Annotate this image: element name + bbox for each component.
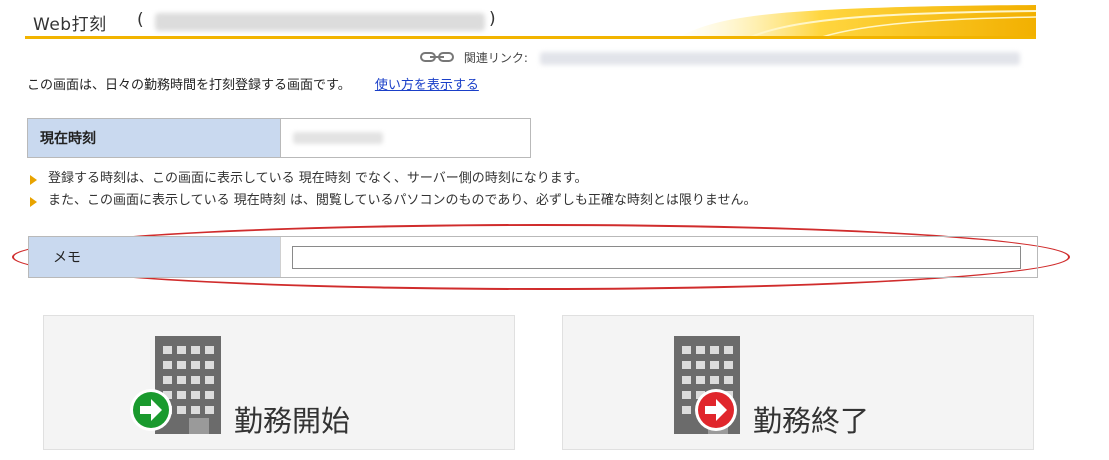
current-time-label: 現在時刻 bbox=[28, 119, 281, 157]
note-text: 登録する時刻は、この画面に表示している 現在時刻 でなく、サーバー側の時刻になり… bbox=[48, 171, 588, 186]
memo-label: メモ bbox=[29, 237, 281, 277]
clock-out-label: 勤務終了 bbox=[753, 404, 870, 438]
related-links-label: 関連リンク: bbox=[463, 51, 528, 65]
memo-input[interactable] bbox=[292, 245, 1021, 269]
title-open-paren: ( bbox=[137, 10, 145, 30]
clock-in-label: 勤務開始 bbox=[234, 404, 351, 438]
arrow-right-circle-icon bbox=[695, 389, 737, 431]
memo-table: メモ bbox=[28, 236, 1038, 278]
note-item: また、この画面に表示している 現在時刻 は、閲覧しているパソコンのものであり、必… bbox=[30, 192, 756, 214]
redacted-company-name bbox=[155, 13, 485, 31]
intro-text-row: この画面は、日々の勤務時間を打刻登録する画面です。 使い方を表示する bbox=[27, 74, 479, 93]
arrow-right-circle-icon bbox=[130, 389, 172, 431]
bullet-triangle-icon bbox=[30, 197, 37, 207]
bullet-triangle-icon bbox=[30, 175, 37, 185]
current-time-table: 現在時刻 bbox=[27, 118, 531, 158]
intro-text: この画面は、日々の勤務時間を打刻登録する画面です。 bbox=[27, 78, 351, 93]
help-link[interactable]: 使い方を表示する bbox=[375, 78, 479, 93]
note-item: 登録する時刻は、この画面に表示している 現在時刻 でなく、サーバー側の時刻になり… bbox=[30, 170, 756, 192]
title-close-paren: ) bbox=[489, 9, 496, 29]
redacted-time bbox=[293, 132, 383, 144]
notes-list: 登録する時刻は、この画面に表示している 現在時刻 でなく、サーバー側の時刻になり… bbox=[30, 170, 756, 214]
clock-out-button[interactable]: 勤務終了 bbox=[562, 315, 1034, 450]
page-header: Web打刻 ( ) bbox=[25, 5, 1036, 39]
current-time-value bbox=[281, 119, 530, 157]
redacted-related-links bbox=[540, 52, 1020, 65]
note-text: また、この画面に表示している 現在時刻 は、閲覧しているパソコンのものであり、必… bbox=[48, 193, 757, 208]
page-title: Web打刻 bbox=[33, 15, 107, 35]
header-decoration bbox=[676, 5, 1036, 39]
link-chain-icon bbox=[420, 51, 454, 66]
memo-cell bbox=[281, 237, 1037, 277]
clock-in-button[interactable]: 勤務開始 bbox=[43, 315, 515, 450]
header-underline bbox=[25, 36, 1036, 39]
related-links: 関連リンク: bbox=[420, 49, 528, 66]
